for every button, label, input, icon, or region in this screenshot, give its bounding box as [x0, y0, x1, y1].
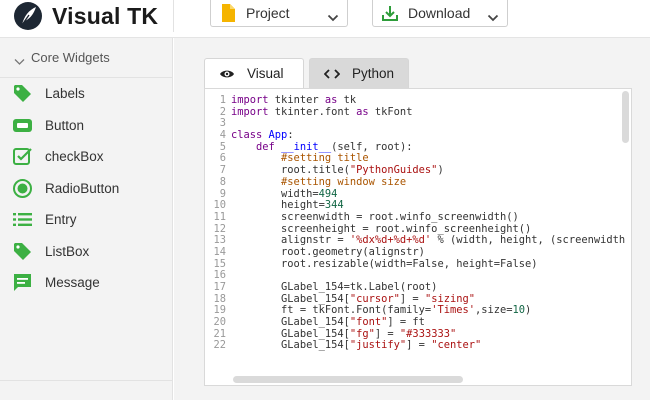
radio-icon: [12, 178, 33, 199]
sidebar-item-entry[interactable]: Entry: [0, 204, 172, 236]
sidebar-item-label: ListBox: [45, 243, 90, 259]
tag-icon: [12, 83, 33, 104]
chevron-down-icon: [327, 9, 339, 22]
file-icon: [219, 3, 237, 23]
code-text: root.geometry(alignstr): [231, 245, 425, 258]
sidebar-item-label: checkBox: [45, 149, 104, 165]
message-icon: [12, 272, 33, 293]
app-header: Visual TK Project Download: [0, 0, 650, 38]
app-title: Visual TK: [52, 2, 159, 29]
code-line: 15 root.resizable(width=False, height=Fa…: [205, 257, 625, 271]
tab-label: Python: [352, 66, 395, 81]
code-line: 8 #setting window size: [205, 175, 625, 189]
code-text: GLabel_154=tk.Label(root): [231, 281, 438, 293]
app-logo[interactable]: Visual TK: [14, 0, 158, 32]
line-number: 8: [219, 175, 226, 188]
sidebar-item-label: Labels: [45, 86, 85, 102]
download-dropdown[interactable]: Download: [372, 0, 508, 27]
sidebar-item-label: RadioButton: [45, 180, 120, 196]
line-number: 1: [219, 94, 226, 106]
line-number: 6: [219, 152, 226, 165]
download-icon: [381, 3, 399, 23]
line-number: 5: [219, 140, 226, 153]
chevron-down-icon: [14, 54, 25, 65]
project-dropdown-label: Project: [246, 5, 290, 21]
sidebar-item-radiobutton[interactable]: RadioButton: [0, 173, 172, 205]
sidebar-section-header[interactable]: Core Widgets: [0, 38, 172, 78]
line-number: 3: [219, 117, 226, 130]
sidebar-item-label: Button: [45, 117, 85, 133]
sidebar-item-label: Message: [45, 275, 100, 291]
code-text: import tkinter.font as tkFont: [231, 105, 413, 118]
code-line: 2 import tkinter.font as tkFont: [205, 105, 625, 119]
project-dropdown[interactable]: Project: [210, 0, 348, 27]
code-text: screenwidth = root.winfo_screenwidth(): [231, 210, 519, 223]
code-editor[interactable]: 1 import tkinter as tk 2 import tkinter.fon…: [204, 88, 632, 386]
feather-logo-icon: [14, 2, 42, 30]
widget-sidebar: Core Widgets Labels Button checkBox Radi…: [0, 38, 173, 400]
code-text: root.resizable(width=False, height=False…: [231, 257, 538, 270]
sidebar-section-title: Core Widgets: [31, 50, 110, 65]
line-number: 20: [213, 316, 226, 329]
header-divider: [173, 0, 174, 32]
line-number: 22: [213, 339, 226, 352]
tab-label: Visual: [247, 66, 284, 81]
code-text: GLabel_154["justify"] = "center": [231, 339, 482, 352]
view-tabs: Visual Python: [204, 58, 409, 88]
sidebar-item-message[interactable]: Message: [0, 267, 172, 299]
vertical-scrollbar[interactable]: [622, 91, 629, 143]
sidebar-item-button[interactable]: Button: [0, 110, 172, 142]
sidebar-item-listbox[interactable]: ListBox: [0, 236, 172, 268]
code-line: 14 root.geometry(alignstr): [205, 245, 625, 259]
tab-python[interactable]: Python: [309, 58, 409, 88]
line-number: 4: [219, 129, 226, 142]
sidebar-item-labels[interactable]: Labels: [0, 78, 172, 110]
line-number: 7: [219, 164, 226, 177]
code-line: 11 screenwidth = root.winfo_screenwidth(…: [205, 210, 625, 224]
code-lines: 1 import tkinter as tk 2 import tkinter.fon…: [205, 94, 625, 352]
line-number: 2: [219, 105, 226, 118]
eye-icon: [219, 68, 235, 80]
line-number: 14: [213, 245, 226, 258]
checkbox-icon: [12, 146, 33, 167]
sidebar-item-label: Entry: [45, 212, 77, 228]
tag-icon: [12, 241, 33, 262]
tab-visual[interactable]: Visual: [204, 58, 304, 88]
main-panel: Visual Python 1 import tkinter as tk 2 impo…: [174, 38, 650, 400]
code-line: 22 GLabel_154["justify"] = "center": [205, 340, 625, 352]
chevron-down-icon: [487, 9, 499, 22]
horizontal-scrollbar[interactable]: [233, 376, 463, 383]
sidebar-item-checkbox[interactable]: checkBox: [0, 141, 172, 173]
list-icon: [12, 209, 33, 230]
sidebar-footer: [0, 380, 172, 400]
line-number: 11: [213, 210, 226, 223]
code-icon: [323, 68, 341, 80]
line-number: 17: [213, 281, 226, 293]
code-line: 17 GLabel_154=tk.Label(root): [205, 281, 625, 294]
download-dropdown-label: Download: [408, 5, 471, 21]
code-text: GLabel_154["font"] = ft: [231, 316, 425, 329]
button-icon: [12, 115, 33, 136]
